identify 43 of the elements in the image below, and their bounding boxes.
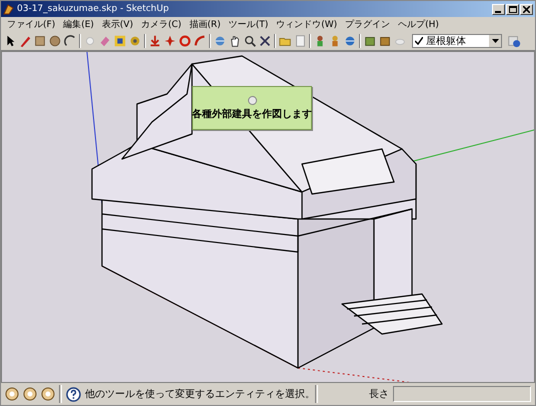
rotate-icon[interactable] <box>178 34 192 48</box>
menu-item[interactable]: 描画(R) <box>185 18 225 31</box>
arc-icon[interactable] <box>63 34 77 48</box>
caret-icon <box>492 39 498 43</box>
move-icon[interactable] <box>163 34 177 48</box>
help-icon[interactable] <box>66 386 81 402</box>
menu-item[interactable]: ヘルプ(H) <box>394 18 443 31</box>
menu-item[interactable]: ツール(T) <box>224 18 272 31</box>
pan-icon[interactable] <box>228 34 242 48</box>
close-button[interactable] <box>520 4 533 14</box>
menu-item[interactable]: ウィンドウ(W) <box>272 18 342 31</box>
globe-icon[interactable] <box>343 34 357 48</box>
paint-bucket-icon[interactable] <box>113 34 127 48</box>
app-logo-icon <box>3 4 14 14</box>
menu-item[interactable]: プラグイン <box>341 18 394 31</box>
minimize-button[interactable] <box>492 4 505 14</box>
checkmark-icon <box>415 37 423 45</box>
status-message: 他のツールを使って変更するエンティティを選択。 <box>85 388 311 401</box>
bulb-icon[interactable] <box>23 387 37 401</box>
zoom-icon[interactable] <box>243 34 257 48</box>
dropdown-button[interactable] <box>489 35 501 47</box>
layer-manager-icon[interactable] <box>507 34 521 48</box>
measurement-field[interactable] <box>393 386 531 402</box>
menu-item[interactable]: 編集(E) <box>59 18 98 31</box>
tape-measure-icon[interactable] <box>128 34 142 48</box>
rectangle-icon[interactable] <box>33 34 47 48</box>
offset-icon[interactable] <box>193 34 207 48</box>
menu-item[interactable]: ファイル(F) <box>3 18 60 31</box>
window-title: 03-17_sakuzumae.skp - SketchUp <box>17 4 170 14</box>
circle-icon[interactable] <box>48 34 62 48</box>
bulb-icon[interactable] <box>41 387 55 401</box>
measurement-label: 長さ <box>369 388 389 401</box>
push-pull-icon[interactable] <box>148 34 162 48</box>
menu-item[interactable]: 表示(V) <box>98 18 138 31</box>
maximize-icon <box>508 6 516 12</box>
component-icon[interactable] <box>363 34 377 48</box>
bulb-icon[interactable] <box>5 387 19 401</box>
layer-dropdown[interactable]: 屋根躯体 <box>412 34 502 48</box>
pencil-icon[interactable] <box>18 34 32 48</box>
close-icon <box>523 6 530 12</box>
maximize-button[interactable] <box>506 4 519 14</box>
menu-item[interactable]: カメラ(C) <box>137 18 186 31</box>
tooltip-text: 各種外部建具を作図します <box>192 108 312 120</box>
